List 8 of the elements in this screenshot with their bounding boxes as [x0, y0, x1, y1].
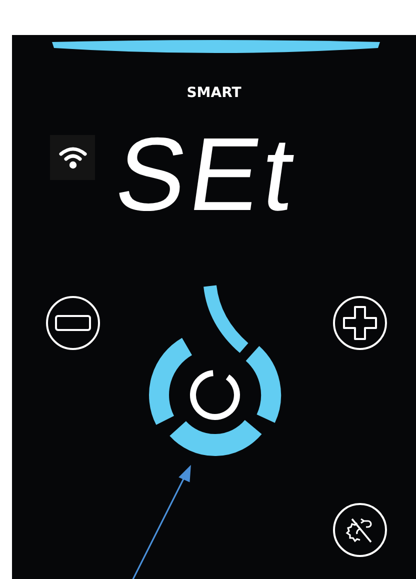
- plus-button[interactable]: [333, 296, 387, 350]
- mode-label: SMART: [186, 85, 242, 101]
- plus-icon: [343, 306, 377, 340]
- settings-off-button[interactable]: [333, 503, 387, 557]
- wifi-icon: [50, 135, 95, 180]
- segment-display: SEt: [110, 130, 303, 220]
- minus-icon: [55, 315, 91, 331]
- minus-button[interactable]: [46, 296, 100, 350]
